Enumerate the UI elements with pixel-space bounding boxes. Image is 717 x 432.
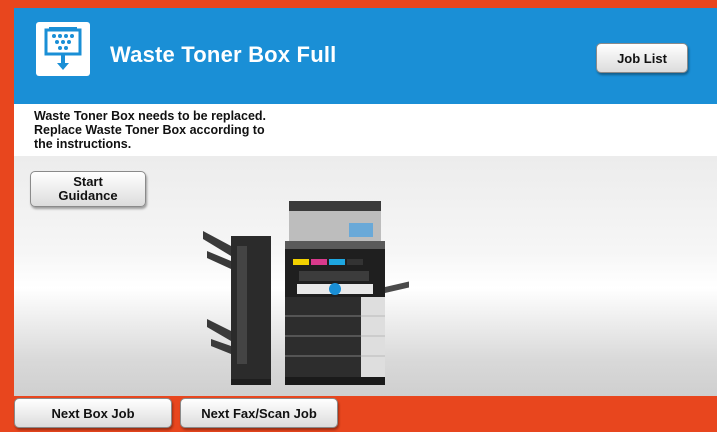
job-list-button[interactable]: Job List xyxy=(596,43,688,73)
header-bar: Waste Toner Box Full Job List xyxy=(14,8,717,104)
page-title: Waste Toner Box Full xyxy=(110,42,337,67)
start-guidance-button[interactable]: Start Guidance xyxy=(30,171,146,207)
start-guidance-label-line-2: Guidance xyxy=(58,188,118,203)
next-box-job-button[interactable]: Next Box Job xyxy=(14,398,172,428)
message-line-1: Waste Toner Box needs to be replaced. xyxy=(34,109,267,123)
next-fax-scan-job-button[interactable]: Next Fax/Scan Job xyxy=(180,398,338,428)
start-guidance-label-line-1: Start xyxy=(73,174,103,189)
screen-frame: Waste Toner Box Full Job List Waste Tone… xyxy=(14,8,717,396)
instruction-message: Waste Toner Box needs to be replaced. Re… xyxy=(14,104,717,156)
illustration-area: Start Guidance xyxy=(14,156,717,396)
bottom-bar: Next Box Job Next Fax/Scan Job xyxy=(0,396,717,432)
message-line-2: Replace Waste Toner Box according to xyxy=(34,123,265,137)
waste-toner-icon xyxy=(36,22,90,76)
printer-illustration xyxy=(203,201,409,385)
message-line-3: the instructions. xyxy=(34,137,132,151)
